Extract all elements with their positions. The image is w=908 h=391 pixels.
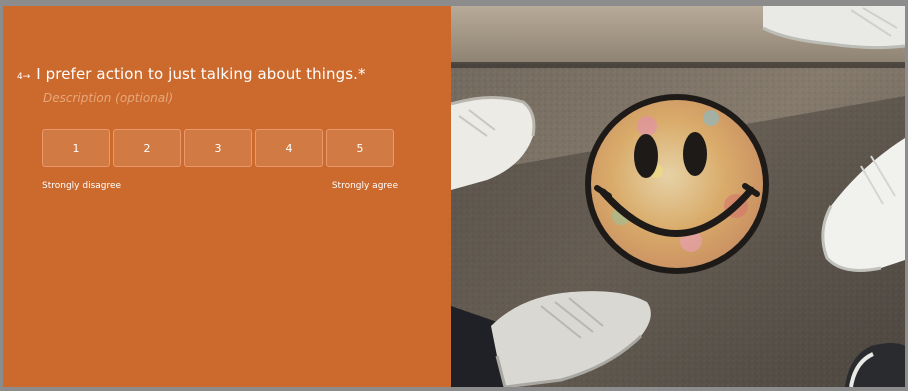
question-row: 4→ I prefer action to just talking about… [17, 65, 366, 83]
description-field[interactable]: Description (optional) [43, 91, 173, 105]
scale-max-label: Strongly agree [331, 181, 398, 191]
arrow-right-icon: → [22, 72, 31, 82]
scale-option-5[interactable]: 5 [326, 129, 394, 167]
opinion-scale: 1 2 3 4 5 [42, 129, 394, 167]
scale-labels: Strongly disagree Strongly agree [42, 181, 398, 191]
scale-option-3[interactable]: 3 [184, 129, 252, 167]
scale-option-4[interactable]: 4 [255, 129, 323, 167]
scale-min-label: Strongly disagree [42, 181, 122, 191]
question-panel: 4→ I prefer action to just talking about… [3, 6, 451, 387]
scale-option-2[interactable]: 2 [113, 129, 181, 167]
side-photo [451, 6, 905, 387]
smiley-graffiti-photo [451, 6, 905, 387]
scale-option-1[interactable]: 1 [42, 129, 110, 167]
smiley-face [585, 94, 769, 274]
required-marker: * [358, 65, 366, 83]
question-text: I prefer action to just talking about th… [36, 65, 359, 83]
question-title: I prefer action to just talking about th… [36, 65, 365, 83]
form-frame: 4→ I prefer action to just talking about… [3, 6, 905, 387]
question-number: 4→ [17, 72, 30, 82]
curb-edge [451, 62, 905, 68]
